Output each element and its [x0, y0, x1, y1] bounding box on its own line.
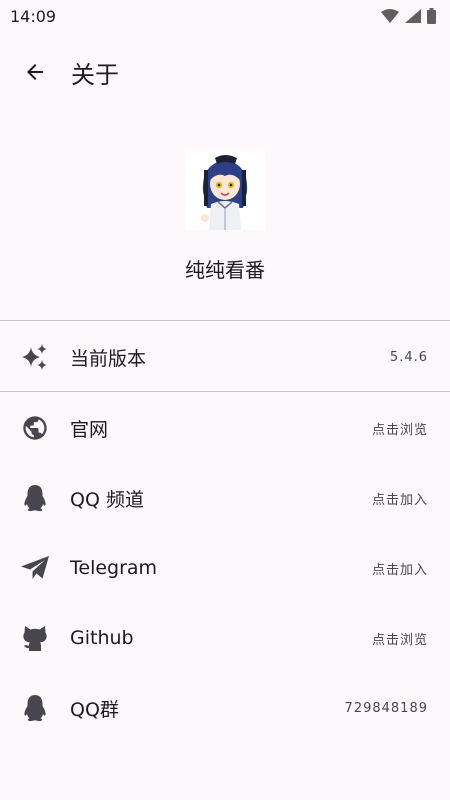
github-label: Github	[70, 627, 134, 649]
app-header: 纯纯看番	[0, 150, 450, 283]
qq-group-value: 729848189	[344, 700, 428, 716]
github-value: 点击浏览	[371, 632, 428, 648]
website-label: 官网	[70, 418, 109, 441]
status-bar: 14:09	[0, 0, 450, 32]
telegram-label: Telegram	[70, 557, 158, 579]
qq-penguin-icon	[20, 693, 50, 723]
qq-group-row[interactable]: QQ群 729848189	[0, 673, 450, 743]
qq-group-label: QQ群	[70, 698, 119, 721]
qq-channel-row[interactable]: QQ 频道 点击加入	[0, 463, 450, 533]
github-row[interactable]: Github 点击浏览	[0, 603, 450, 673]
top-app-bar: 关于	[0, 40, 450, 104]
version-row[interactable]: 当前版本 5.4.6	[0, 322, 450, 392]
status-time: 14:09	[10, 6, 57, 26]
app-name: 纯纯看番	[185, 258, 265, 282]
telegram-row[interactable]: Telegram 点击加入	[0, 533, 450, 603]
divider	[0, 320, 450, 321]
divider	[0, 391, 450, 392]
signal-icon	[405, 9, 421, 23]
battery-icon	[427, 8, 436, 24]
globe-icon	[20, 413, 50, 443]
page-title: 关于	[71, 60, 119, 89]
website-row[interactable]: 官网 点击浏览	[0, 393, 450, 463]
github-icon	[20, 623, 50, 653]
sparkle-icon	[20, 342, 50, 372]
version-value: 5.4.6	[389, 349, 428, 365]
telegram-send-icon	[20, 553, 50, 583]
qq-channel-label: QQ 频道	[70, 488, 144, 511]
app-logo	[185, 150, 265, 230]
wifi-icon	[381, 9, 399, 23]
status-icons	[381, 8, 436, 24]
website-value: 点击浏览	[371, 422, 428, 438]
back-button[interactable]	[11, 48, 59, 96]
arrow-back-icon	[27, 64, 43, 80]
qq-penguin-icon	[20, 483, 50, 513]
qq-channel-value: 点击加入	[371, 492, 428, 508]
version-label: 当前版本	[70, 347, 147, 370]
telegram-value: 点击加入	[371, 562, 428, 578]
